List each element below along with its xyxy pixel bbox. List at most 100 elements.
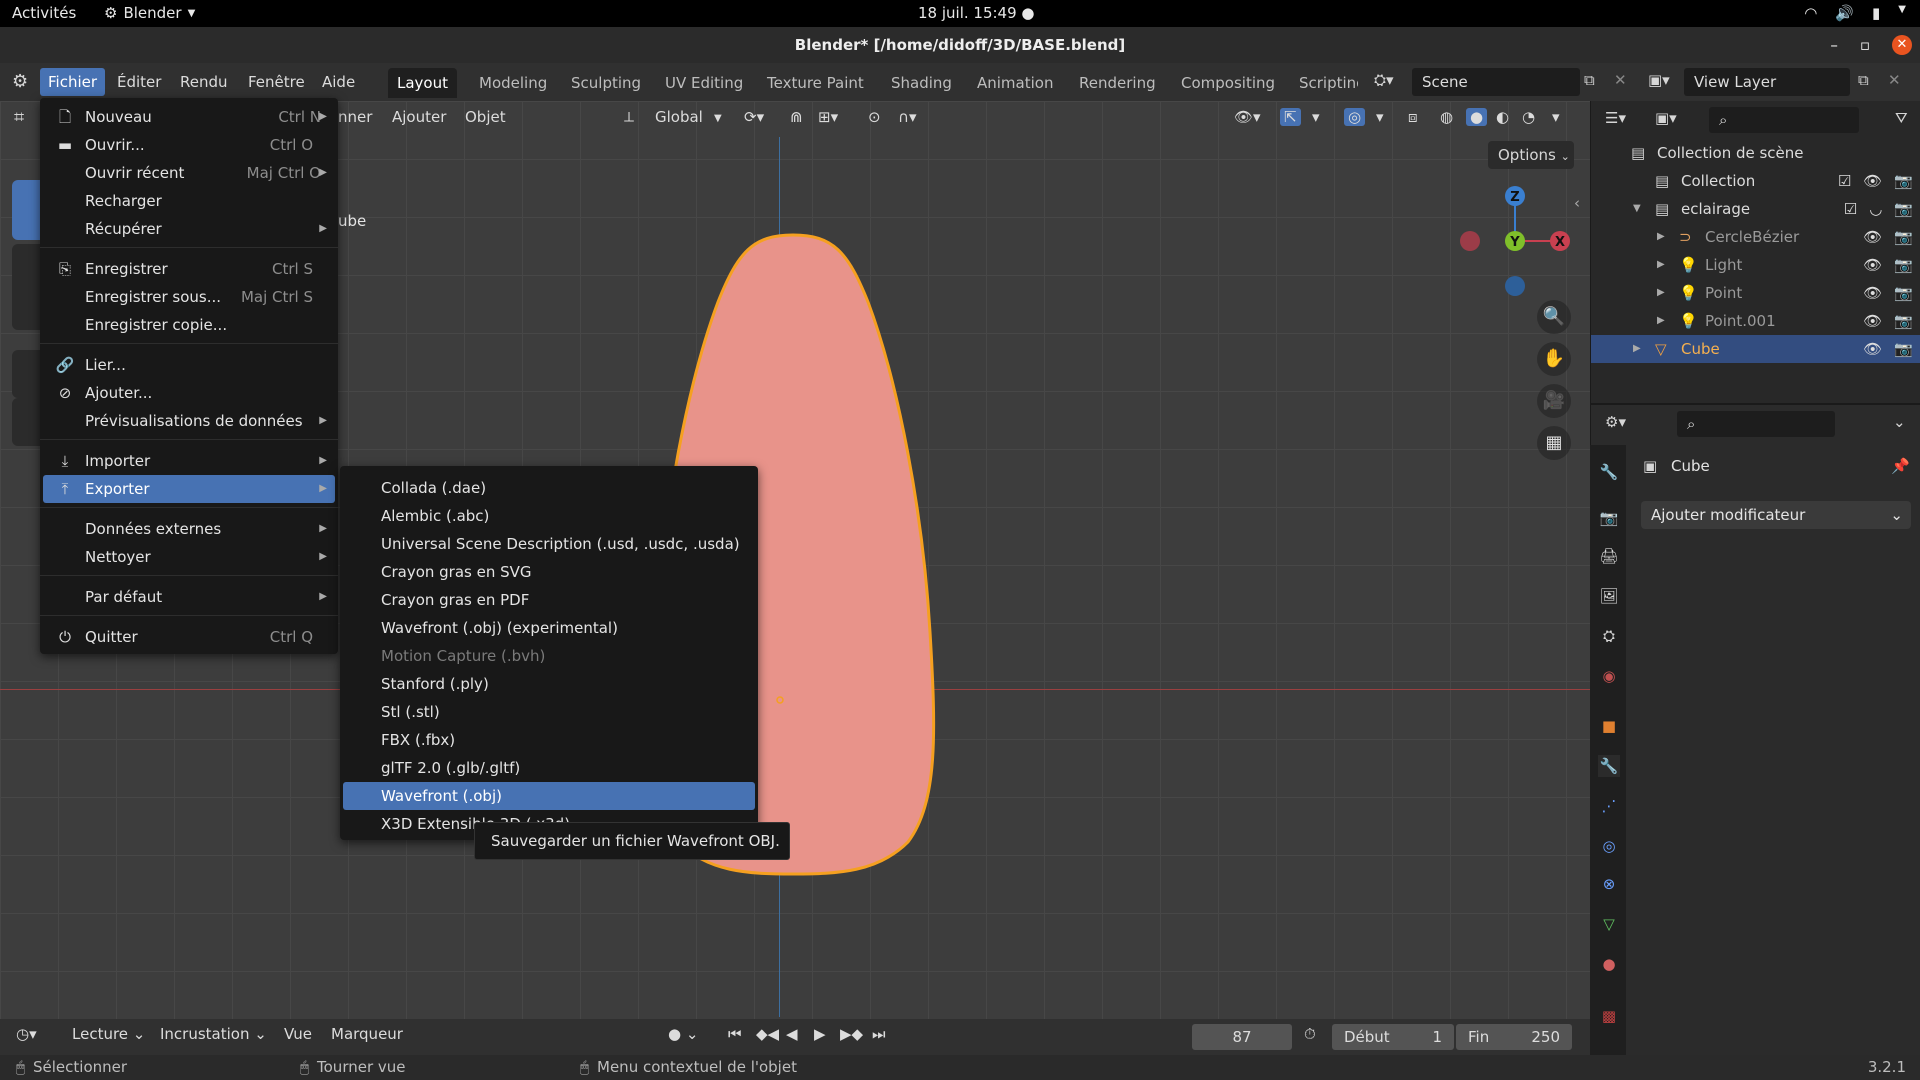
- expand-arrow-icon[interactable]: ▶: [1657, 307, 1665, 335]
- minimize-icon[interactable]: –: [1830, 27, 1838, 63]
- render-camera-icon[interactable]: 📷: [1894, 195, 1913, 223]
- tab-scripting[interactable]: Scriptinç: [1290, 68, 1358, 98]
- tab-modeling[interactable]: Modeling: [470, 68, 556, 98]
- maximize-icon[interactable]: ▫: [1860, 27, 1870, 63]
- rendered-shading-icon[interactable]: ◔: [1522, 108, 1535, 126]
- eye-icon[interactable]: ◡: [1869, 195, 1882, 223]
- expand-arrow-icon[interactable]: ▼: [1633, 195, 1641, 223]
- file-menu-item-ajouter[interactable]: ⊘ Ajouter...: [43, 379, 335, 407]
- perspective-grid-icon[interactable]: ▦: [1537, 426, 1571, 460]
- gizmo-toggle-icon[interactable]: ⇱: [1280, 108, 1301, 126]
- render-camera-icon[interactable]: 📷: [1894, 223, 1913, 251]
- file-menu-item-exporter[interactable]: ⤒ Exporter ▶: [43, 475, 335, 503]
- export-item-wavefront-obj-experimental[interactable]: Wavefront (.obj) (experimental): [343, 614, 755, 642]
- app-menu[interactable]: ⚙ Blender ▼: [104, 4, 195, 22]
- outliner-row-point-001[interactable]: ▶ 💡 Point.001 👁 📷: [1591, 307, 1920, 335]
- file-menu-item-enregistrer[interactable]: ⎘ Enregistrer Ctrl S: [43, 255, 335, 283]
- editor-type-icon[interactable]: ⚙▾: [1605, 413, 1626, 431]
- file-menu-item-lier[interactable]: 🔗 Lier...: [43, 351, 335, 379]
- render-camera-icon[interactable]: 📷: [1894, 279, 1913, 307]
- tab-sculpting[interactable]: Sculpting: [562, 68, 650, 98]
- tab-texture-paint[interactable]: Texture Paint: [758, 68, 873, 98]
- eye-icon[interactable]: 👁: [1863, 307, 1882, 335]
- start-frame-field[interactable]: Début 1: [1332, 1024, 1454, 1050]
- object-tab-icon[interactable]: ■: [1598, 715, 1620, 737]
- expand-arrow-icon[interactable]: ▶: [1657, 223, 1665, 251]
- new-scene-icon[interactable]: ⧉: [1584, 71, 1595, 89]
- end-frame-field[interactable]: Fin 250: [1456, 1024, 1572, 1050]
- current-frame-field[interactable]: 87: [1192, 1024, 1292, 1050]
- file-menu-item-recharger[interactable]: Recharger: [43, 187, 335, 215]
- outliner-row-eclairage[interactable]: ▼ ▤ eclairage ☑ ◡ 📷: [1591, 195, 1920, 223]
- visibility-icon[interactable]: 👁▾: [1234, 108, 1261, 126]
- new-view-layer-icon[interactable]: ⧉: [1858, 71, 1869, 89]
- expand-arrow-icon[interactable]: ▶: [1657, 279, 1665, 307]
- file-menu-item-prévisualisations-de-données[interactable]: Prévisualisations de données ▶: [43, 407, 335, 435]
- add-modifier-dropdown[interactable]: Ajouter modificateur ⌄: [1641, 501, 1911, 529]
- file-menu-item-importer[interactable]: ⤓ Importer ▶: [43, 447, 335, 475]
- constraints-tab-icon[interactable]: ⊗: [1598, 873, 1620, 895]
- outliner-search-input[interactable]: ⌕: [1709, 107, 1859, 133]
- clock[interactable]: 18 juil. 15:49 ●: [918, 4, 1035, 22]
- blender-logo-icon[interactable]: ⚙: [12, 71, 28, 92]
- outliner-row-point[interactable]: ▶ 💡 Point 👁 📷: [1591, 279, 1920, 307]
- export-item-alembic-abc[interactable]: Alembic (.abc): [343, 502, 755, 530]
- expand-arrow-icon[interactable]: ▶: [1657, 251, 1665, 279]
- zoom-icon[interactable]: 🔍: [1537, 300, 1571, 334]
- scene-selector-icon[interactable]: ⛭▾: [1374, 71, 1394, 89]
- outliner-row-cercleb-zier[interactable]: ▶ ⊃ CercleBézier 👁 📷: [1591, 223, 1920, 251]
- material-tab-icon[interactable]: ●: [1598, 953, 1620, 975]
- render-tab-icon[interactable]: 📷: [1598, 507, 1620, 529]
- outliner-row-collection[interactable]: ▤ Collection ☑ 👁 📷: [1591, 167, 1920, 195]
- navigation-gizmo[interactable]: Z X Y: [1452, 184, 1572, 304]
- pin-icon[interactable]: 📌: [1891, 457, 1910, 475]
- world-tab-icon[interactable]: ◉: [1598, 665, 1620, 687]
- prev-keyframe-icon[interactable]: ◆◀: [756, 1025, 779, 1043]
- chevron-left-icon[interactable]: ‹: [1574, 194, 1580, 212]
- close-icon[interactable]: ✕: [1892, 35, 1912, 55]
- file-menu-item-ouvrir-récent[interactable]: Ouvrir récent Maj Ctrl O ▶: [43, 159, 335, 187]
- menu-marqueur[interactable]: Marqueur: [331, 1025, 403, 1043]
- outliner-row-collection-de-sc-ne[interactable]: ▤ Collection de scène: [1591, 139, 1920, 167]
- export-item-crayon-gras-en-pdf[interactable]: Crayon gras en PDF: [343, 586, 755, 614]
- export-item-stl-stl[interactable]: Stl (.stl): [343, 698, 755, 726]
- menu-editer[interactable]: Éditer: [109, 68, 169, 96]
- menu-selectionner-partial[interactable]: nner: [338, 108, 372, 126]
- menu-ajouter[interactable]: Ajouter: [392, 108, 446, 126]
- editor-type-icon[interactable]: ◷▾: [16, 1025, 37, 1043]
- chevron-down-icon[interactable]: ▾: [1552, 108, 1560, 126]
- physics-tab-icon[interactable]: ◎: [1598, 835, 1620, 857]
- outliner-row-cube[interactable]: ▶ ▽ Cube 👁 📷: [1591, 335, 1920, 363]
- play-icon[interactable]: ▶: [814, 1025, 826, 1043]
- wireframe-shading-icon[interactable]: ◍: [1440, 108, 1453, 126]
- tab-compositing[interactable]: Compositing: [1172, 68, 1284, 98]
- system-tray[interactable]: ◠ 🔊 ▮ ▼: [1804, 4, 1906, 22]
- transform-orientation-dropdown[interactable]: Global: [655, 108, 703, 126]
- file-menu-item-récupérer[interactable]: Récupérer ▶: [43, 215, 335, 243]
- export-item-universal-scene-description-usd-usdc-usda[interactable]: Universal Scene Description (.usd, .usdc…: [343, 530, 755, 558]
- expand-arrow-icon[interactable]: ▶: [1633, 335, 1641, 363]
- record-icon[interactable]: ● ⌄: [668, 1025, 698, 1043]
- filter-icon[interactable]: ⛛: [1895, 109, 1908, 127]
- editor-type-icon[interactable]: ⌗: [14, 107, 24, 128]
- camera-icon[interactable]: 🎥: [1537, 384, 1571, 418]
- file-menu-item-nettoyer[interactable]: Nettoyer ▶: [43, 543, 335, 571]
- eye-icon[interactable]: 👁: [1863, 279, 1882, 307]
- xray-icon[interactable]: ⧈: [1408, 108, 1418, 126]
- particles-tab-icon[interactable]: ⋰: [1598, 795, 1620, 817]
- remove-scene-icon[interactable]: ✕: [1614, 71, 1627, 89]
- file-menu-item-nouveau[interactable]: 🗋 Nouveau Ctrl N ▶: [43, 103, 335, 131]
- tab-rendering[interactable]: Rendering: [1070, 68, 1165, 98]
- eye-icon[interactable]: 👁: [1863, 167, 1882, 195]
- pivot-icon[interactable]: ⟳▾: [744, 108, 764, 126]
- activities-button[interactable]: Activités: [12, 4, 76, 22]
- eye-icon[interactable]: 👁: [1863, 251, 1882, 279]
- exclude-checkbox-icon[interactable]: ☑: [1838, 167, 1851, 195]
- eye-icon[interactable]: 👁: [1863, 223, 1882, 251]
- scene-tab-icon[interactable]: ⛭: [1598, 625, 1620, 647]
- chevron-down-icon[interactable]: ▾: [1312, 108, 1320, 126]
- overlay-toggle-icon[interactable]: ◎: [1344, 108, 1366, 126]
- tab-layout[interactable]: Layout: [388, 68, 457, 98]
- jump-end-icon[interactable]: ⏭: [872, 1025, 886, 1043]
- snap-icon[interactable]: ⋒: [790, 108, 803, 126]
